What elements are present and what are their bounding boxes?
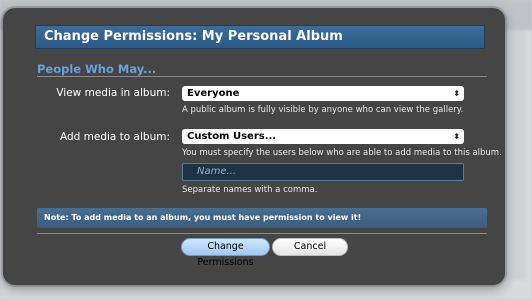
view-media-select[interactable]: Everyone ⬍ xyxy=(182,86,464,101)
cancel-button[interactable]: Cancel xyxy=(272,238,348,256)
add-media-value: Custom Users... xyxy=(187,131,277,142)
up-down-arrow-icon: ⬍ xyxy=(453,132,460,141)
change-permissions-button[interactable]: Change Permissions xyxy=(181,238,270,268)
view-media-value: Everyone xyxy=(187,88,240,99)
add-media-label: Add media to album: xyxy=(59,131,170,143)
view-media-label: View media in album: xyxy=(56,87,170,99)
add-media-hint: You must specify the users below who are… xyxy=(182,148,502,158)
dialog-title: Change Permissions: My Personal Album xyxy=(35,25,485,49)
permission-note: Note: To add media to an album, you must… xyxy=(37,208,487,228)
add-media-select[interactable]: Custom Users... ⬍ xyxy=(182,129,464,144)
divider xyxy=(37,233,487,234)
view-media-hint: A public album is fully visible by anyon… xyxy=(182,105,464,115)
up-down-arrow-icon: ⬍ xyxy=(453,89,460,98)
user-names-hint: Separate names with a comma. xyxy=(182,185,318,195)
section-heading: People Who May... xyxy=(37,62,157,76)
divider xyxy=(37,76,487,77)
user-names-input[interactable]: Name... xyxy=(182,163,464,181)
